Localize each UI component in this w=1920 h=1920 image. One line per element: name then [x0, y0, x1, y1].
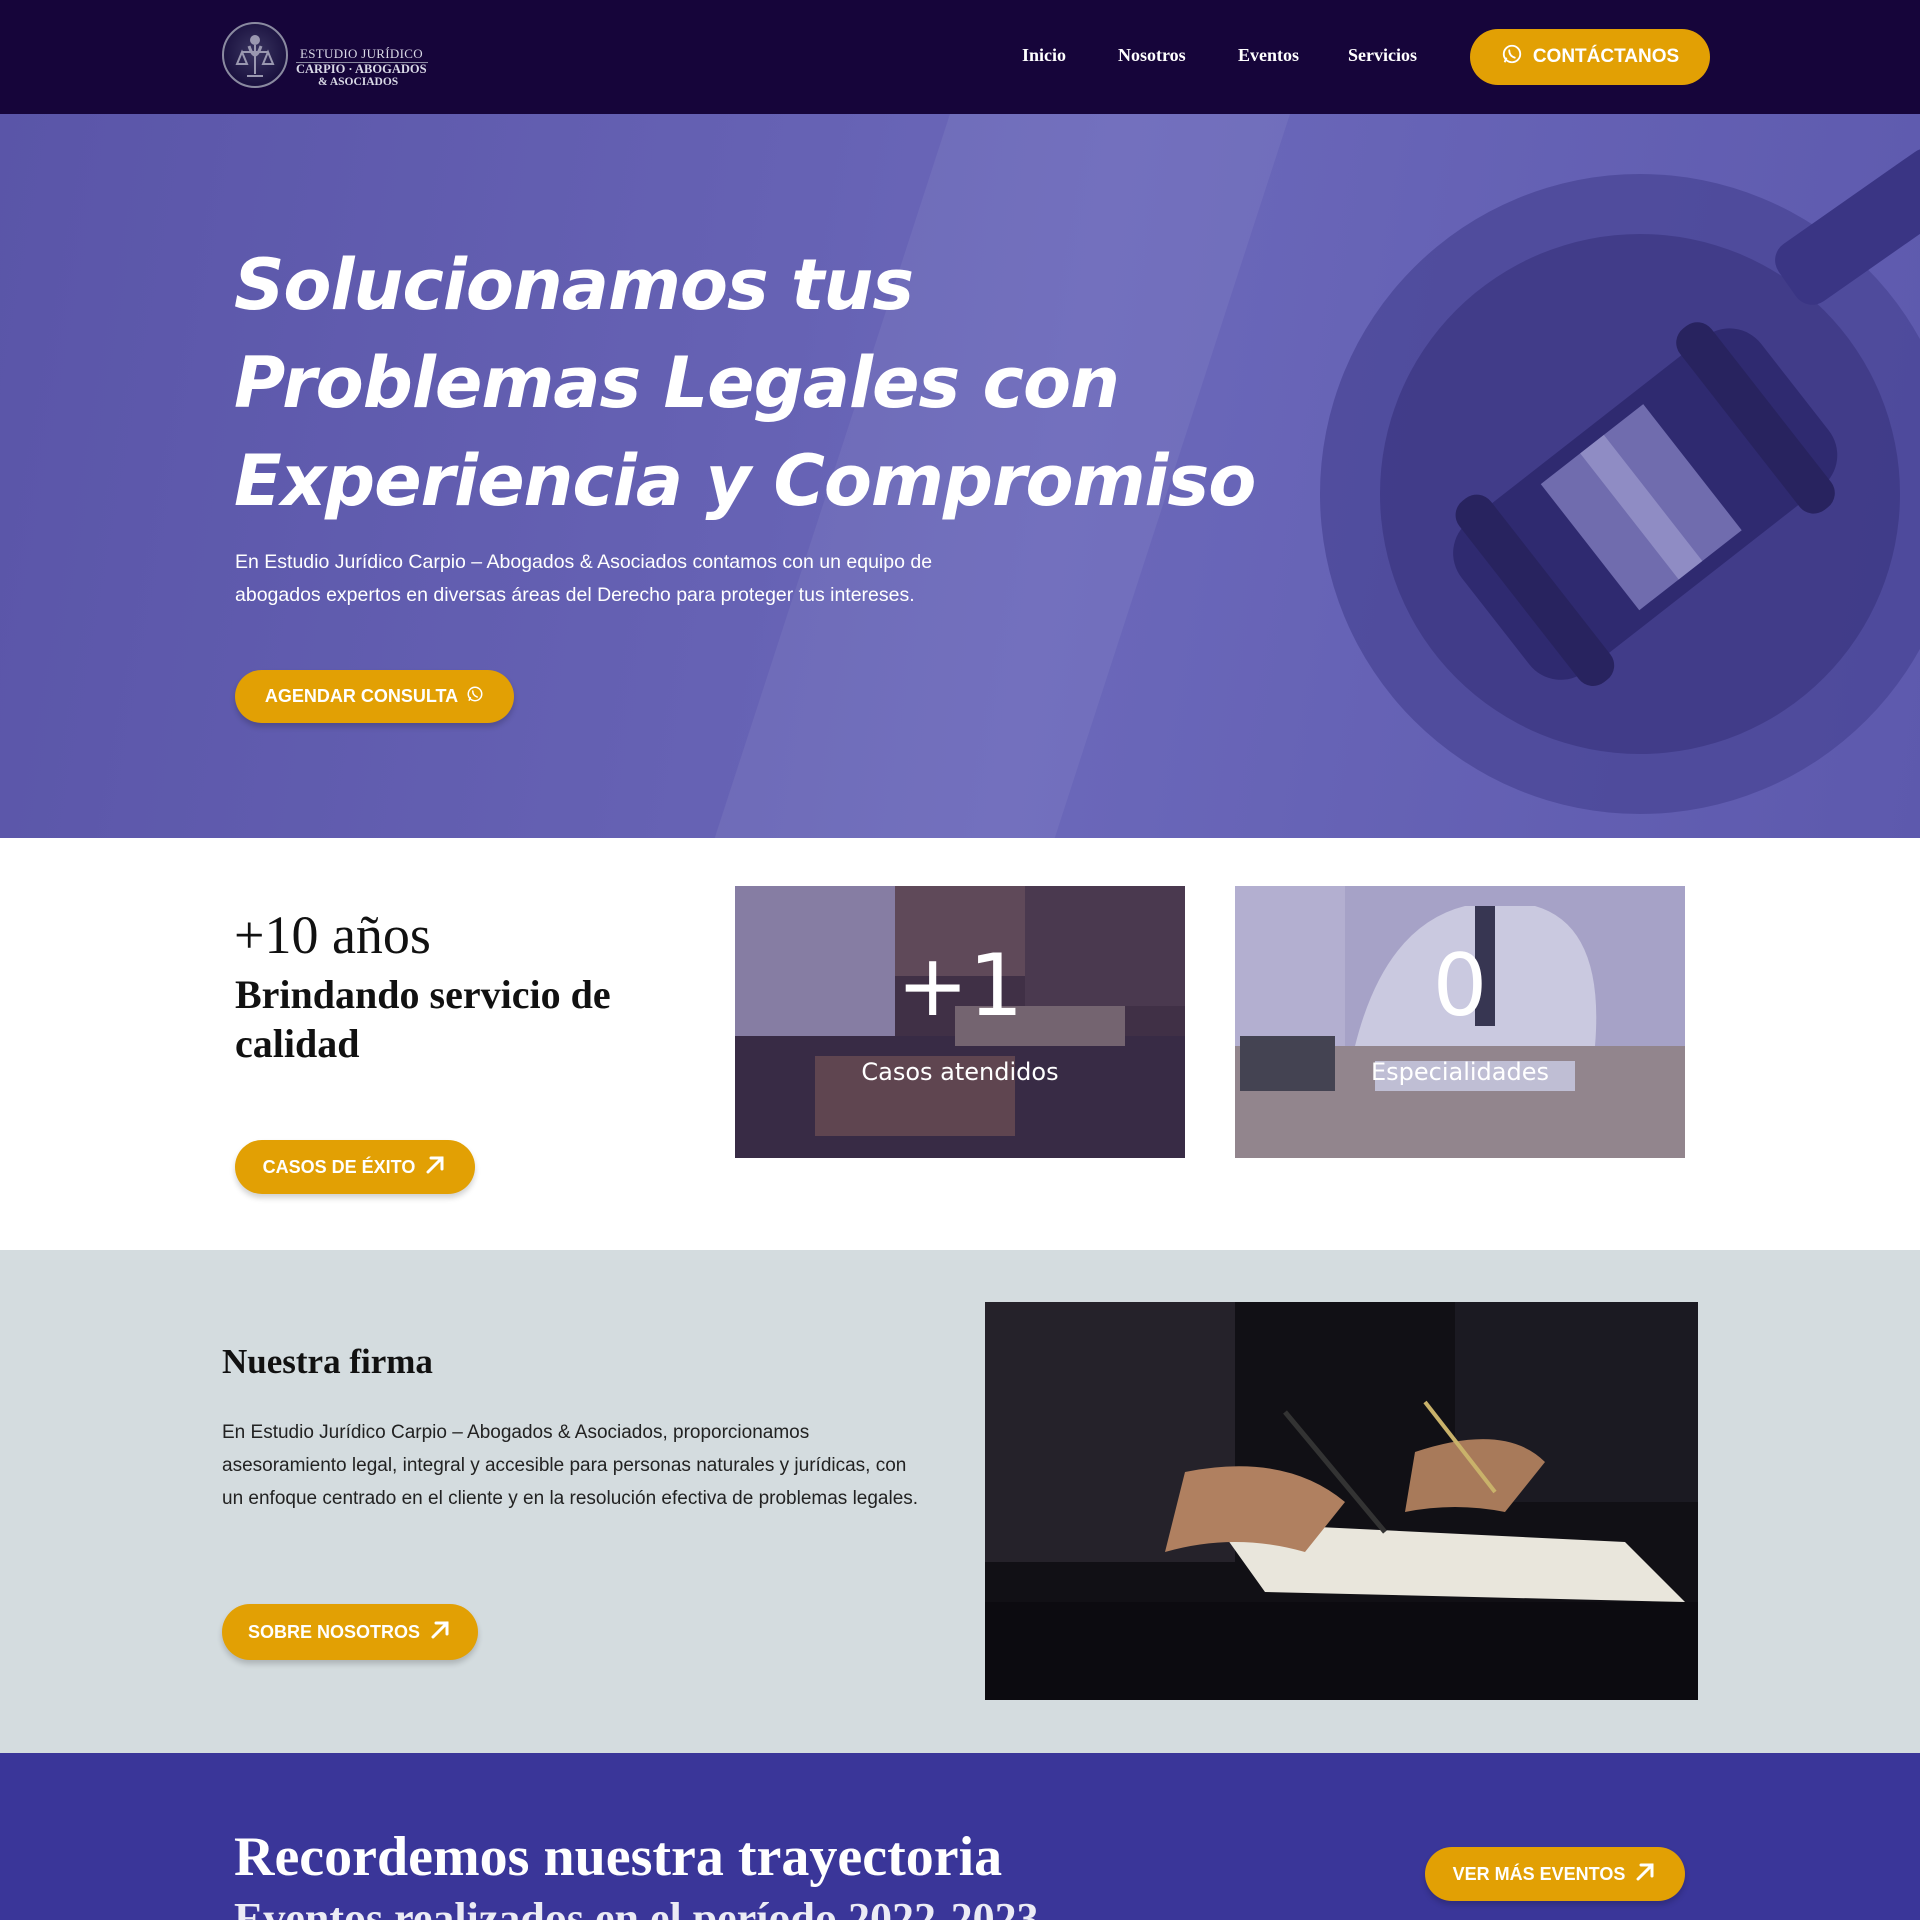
success-cases-label: CASOS DE ÉXITO	[262, 1156, 416, 1177]
firm-title: Nuestra firma	[222, 1342, 433, 1381]
trayectoria-subtitle: Eventos realizados en el período 2022-20…	[234, 1894, 1039, 1920]
specialties-count: 0	[1432, 936, 1488, 1036]
cases-label: Casos atendidos	[861, 1058, 1059, 1086]
about-us-label: SOBRE NOSOTROS	[247, 1621, 421, 1642]
years-subtitle: Brindando servicio de calidad	[235, 972, 611, 1066]
book-consultation-button[interactable]: AGENDAR CONSULTA	[235, 670, 514, 723]
years-heading: +10 años	[234, 905, 431, 965]
arrow-up-right-icon	[423, 1153, 447, 1182]
specialties-label: Especialidades	[1370, 1058, 1550, 1086]
contact-button-label: CONTÁCTANOS	[1532, 46, 1680, 67]
about-us-button[interactable]: SOBRE NOSOTROS	[222, 1604, 478, 1660]
logo-line-2: CARPIO · ABOGADOS	[296, 62, 427, 76]
site-header: ESTUDIO JURÍDICO CARPIO · ABOGADOS & ASO…	[0, 0, 1920, 114]
trayectoria-section: Recordemos nuestra trayectoria Eventos r…	[0, 1753, 1920, 1920]
stat-card-specialties: 0 Especialidades	[1235, 886, 1685, 1158]
more-events-button[interactable]: VER MÁS EVENTOS	[1425, 1847, 1685, 1901]
hero-section: Solucionamos tus Problemas Legales con E…	[0, 114, 1920, 838]
cases-count: +1	[896, 936, 1024, 1036]
hero-title-line: Solucionamos tus	[234, 244, 914, 326]
success-cases-button[interactable]: CASOS DE ÉXITO	[235, 1140, 475, 1194]
firm-description: En Estudio Jurídico Carpio – Abogados & …	[222, 1422, 919, 1509]
hero-description: En Estudio Jurídico Carpio – Abogados & …	[235, 551, 933, 606]
nav-eventos[interactable]: Eventos	[1238, 45, 1299, 66]
stats-section: +10 años Brindando servicio de calidad C…	[0, 838, 1920, 1250]
signing-document-photo	[985, 1302, 1698, 1700]
arrow-up-right-icon	[1633, 1860, 1657, 1889]
scales-icon	[222, 22, 288, 88]
book-consultation-label: AGENDAR CONSULTA	[264, 686, 459, 706]
hero-title-line: Problemas Legales con	[234, 342, 1120, 424]
stat-card-cases: +1 Casos atendidos	[735, 886, 1185, 1158]
nav-nosotros[interactable]: Nosotros	[1118, 45, 1186, 66]
more-events-label: VER MÁS EVENTOS	[1452, 1863, 1626, 1884]
whatsapp-icon	[1501, 43, 1523, 71]
firm-logo[interactable]: ESTUDIO JURÍDICO CARPIO · ABOGADOS & ASO…	[222, 20, 428, 92]
firm-section: Nuestra firma En Estudio Jurídico Carpio…	[0, 1250, 1920, 1753]
nav-inicio[interactable]: Inicio	[1022, 45, 1066, 66]
whatsapp-icon	[466, 685, 484, 708]
hero-title: Solucionamos tus Problemas Legales con E…	[234, 236, 1334, 530]
hero-title-line: Experiencia y Compromiso	[234, 440, 1256, 522]
arrow-up-right-icon	[428, 1618, 452, 1647]
nav-servicios[interactable]: Servicios	[1348, 45, 1417, 66]
logo-line-3: & ASOCIADOS	[318, 76, 399, 88]
contact-button[interactable]: CONTÁCTANOS	[1470, 29, 1710, 85]
logo-line-1: ESTUDIO JURÍDICO	[300, 46, 423, 61]
trayectoria-title: Recordemos nuestra trayectoria	[234, 1826, 1003, 1888]
